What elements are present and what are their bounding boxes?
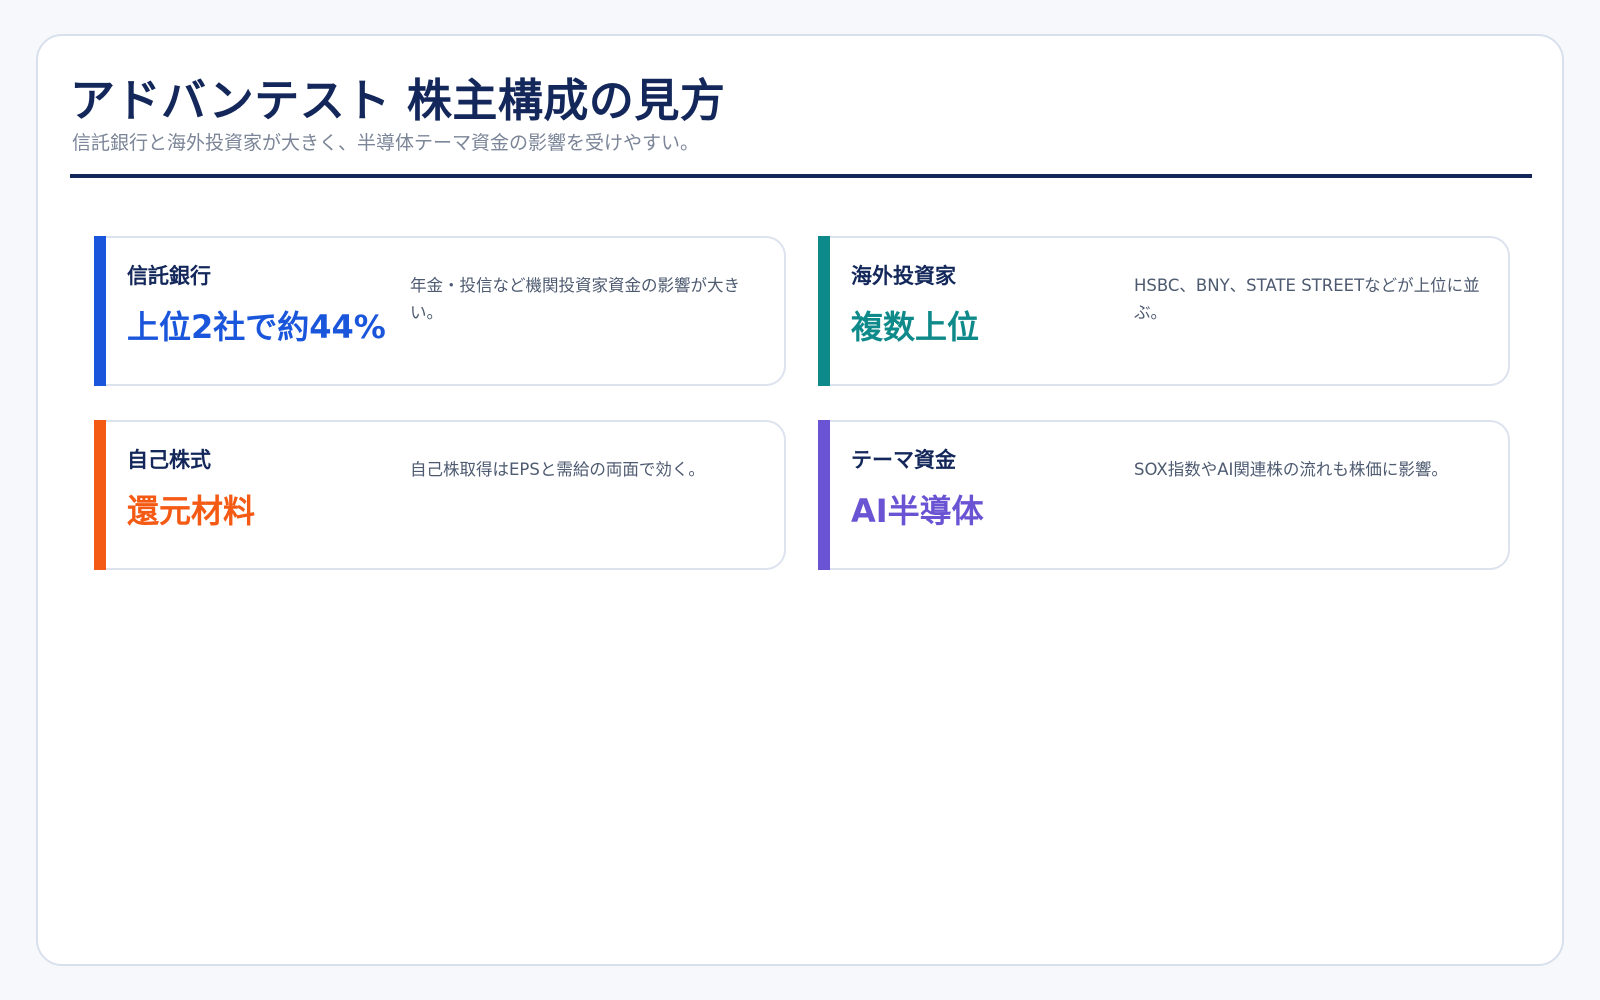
- page-subtitle: 信託銀行と海外投資家が大きく、半導体テーマ資金の影響を受けやすい。: [72, 132, 700, 154]
- card-accent-bar: [94, 236, 106, 386]
- card-value: AI半導体: [851, 492, 984, 530]
- card-value: 還元材料: [127, 492, 256, 530]
- card-trust-banks: 信託銀行 上位2社で約44% 年金・投信など機関投資家資金の影響が大きい。: [94, 236, 786, 386]
- card-accent-bar: [818, 420, 830, 570]
- title-divider: [70, 174, 1532, 178]
- card-accent-bar: [94, 420, 106, 570]
- card-foreign-investors: 海外投資家 複数上位 HSBC、BNY、STATE STREETなどが上位に並ぶ…: [818, 236, 1510, 386]
- card-note: 自己株取得はEPSと需給の両面で効く。: [410, 460, 705, 479]
- card-value: 複数上位: [851, 308, 980, 346]
- content-panel: アドバンテスト 株主構成の見方 信託銀行と海外投資家が大きく、半導体テーマ資金の…: [36, 34, 1564, 966]
- card-label: 自己株式: [127, 448, 211, 472]
- card-label: 海外投資家: [851, 264, 956, 288]
- page-title: アドバンテスト 株主構成の見方: [70, 74, 726, 127]
- card-label: テーマ資金: [851, 448, 956, 472]
- card-note: 年金・投信など機関投資家資金の影響が大きい。: [410, 276, 740, 322]
- card-label: 信託銀行: [127, 264, 211, 288]
- card-accent-bar: [818, 236, 830, 386]
- card-theme-funds: テーマ資金 AI半導体 SOX指数やAI関連株の流れも株価に影響。: [818, 420, 1510, 570]
- card-note: SOX指数やAI関連株の流れも株価に影響。: [1134, 460, 1448, 479]
- card-note: HSBC、BNY、STATE STREETなどが上位に並ぶ。: [1134, 276, 1480, 322]
- card-value: 上位2社で約44%: [127, 308, 386, 346]
- card-treasury-stock: 自己株式 還元材料 自己株取得はEPSと需給の両面で効く。: [94, 420, 786, 570]
